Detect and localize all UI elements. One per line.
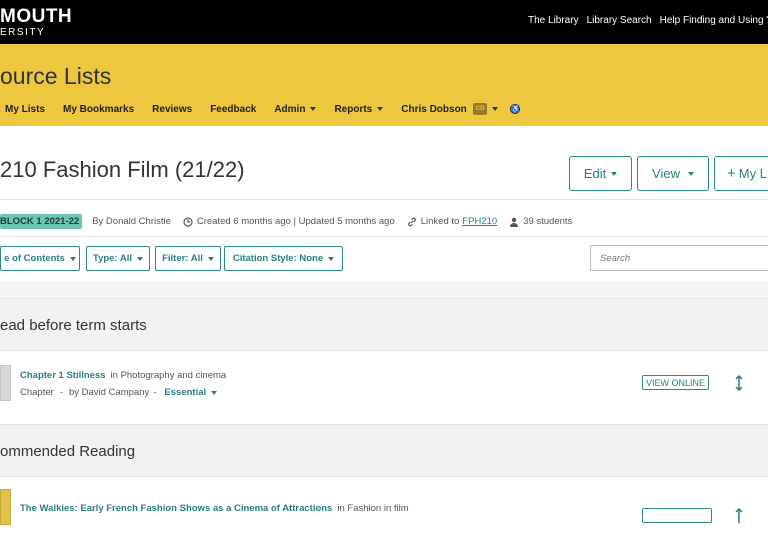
item-container: in Fashion in film xyxy=(337,503,409,514)
list-dates: Created 6 months ago | Updated 5 months … xyxy=(183,216,395,227)
university-logo[interactable]: MOUTH xyxy=(0,6,72,28)
list-item: The Walkies: Early French Fashion Shows … xyxy=(0,476,768,550)
item-container: in Photography and cinema xyxy=(110,370,227,381)
chevron-down-icon xyxy=(611,171,618,176)
section-title: ead before term starts xyxy=(0,317,147,334)
chevron-down-icon xyxy=(207,256,214,261)
list-item: Chapter 1 Stillness in Photography and ci… xyxy=(0,350,768,424)
clock-icon xyxy=(183,216,193,227)
chevron-down-icon xyxy=(687,171,694,176)
type-filter-dropdown[interactable]: Type: All xyxy=(86,246,150,271)
accessibility-button[interactable]: ♿ xyxy=(510,104,521,114)
edit-button-label: Edit xyxy=(583,166,607,181)
search-input[interactable]: Search xyxy=(590,245,768,271)
list-title: 210 Fashion Film (21/22) xyxy=(0,157,245,182)
nav-my-bookmarks-label: My Bookmarks xyxy=(63,103,135,115)
section-heading[interactable]: ead before term starts xyxy=(0,298,768,350)
nav-my-bookmarks[interactable]: My Bookmarks xyxy=(63,104,134,115)
header-link-library-search[interactable]: Library Search xyxy=(587,15,652,26)
header-link-help[interactable]: Help Finding and Using Y xyxy=(660,15,768,26)
separator: - xyxy=(59,387,63,398)
view-online-button[interactable]: VIEW ONLINE xyxy=(642,375,710,390)
item-title-link[interactable]: Chapter 1 Stillness xyxy=(20,370,106,381)
chevron-down-icon xyxy=(492,107,499,111)
nav-reviews-label: Reviews xyxy=(152,103,193,115)
importance-label: Essential xyxy=(164,387,207,398)
drag-handle-icon[interactable] xyxy=(733,375,745,391)
university-logo-sub: ERSITY xyxy=(0,27,46,38)
chevron-down-icon xyxy=(137,256,144,261)
edit-button[interactable]: Edit xyxy=(569,156,632,191)
nav-reports[interactable]: Reports xyxy=(334,103,384,115)
students-count: 39 students xyxy=(523,216,573,227)
citation-style-dropdown[interactable]: Citation Style: None xyxy=(224,246,343,271)
separator: - xyxy=(153,387,157,398)
user-initials-badge: CD xyxy=(472,103,488,115)
linked-label: Linked to xyxy=(420,216,460,227)
nav-admin[interactable]: Admin xyxy=(274,103,317,115)
item-thumbnail[interactable] xyxy=(0,489,11,525)
user-name: Chris Dobson xyxy=(401,103,467,115)
item-type: Chapter xyxy=(20,387,54,398)
university-header: MOUTH ERSITY The Library Library Search … xyxy=(0,0,768,44)
divider xyxy=(0,236,768,237)
item-title-link[interactable]: The Walkies: Early French Fashion Shows … xyxy=(20,503,332,514)
filter-label: Filter: All xyxy=(162,253,203,264)
list-students: 39 students xyxy=(509,216,572,227)
nav-my-lists-label: My Lists xyxy=(5,103,46,115)
nav-my-lists[interactable]: My Lists xyxy=(5,104,45,115)
header-link-library[interactable]: The Library xyxy=(528,15,579,26)
view-online-button[interactable] xyxy=(642,508,712,523)
section-heading[interactable]: ommended Reading xyxy=(0,424,768,476)
nav-reviews[interactable]: Reviews xyxy=(152,104,192,115)
chevron-down-icon xyxy=(310,107,317,111)
filter-dropdown[interactable]: Filter: All xyxy=(155,246,221,271)
item-details: Chapter - by David Campany - Essential xyxy=(20,387,218,398)
citation-style-label: Citation Style: None xyxy=(232,253,324,264)
my-list-button-label: My L xyxy=(738,166,767,181)
user-icon xyxy=(510,217,519,227)
accessibility-icon: ♿ xyxy=(510,104,521,114)
period-badge: BLOCK 1 2021-22 xyxy=(0,214,83,229)
item-thumbnail[interactable] xyxy=(0,365,11,401)
item-title-line: The Walkies: Early French Fashion Shows … xyxy=(20,503,409,514)
list-author: By Donald Christie xyxy=(92,216,171,227)
list-meta: BLOCK 1 2021-22 By Donald Christie Creat… xyxy=(0,214,584,229)
plus-icon: + xyxy=(727,165,736,182)
importance-dropdown[interactable]: Essential xyxy=(164,387,218,398)
nav-feedback[interactable]: Feedback xyxy=(210,104,256,115)
header-links: The Library Library Search Help Finding … xyxy=(528,15,768,26)
link-icon xyxy=(407,217,416,226)
item-author: by David Campany xyxy=(68,387,150,398)
main-nav: My Lists My Bookmarks Reviews Feedback A… xyxy=(5,103,538,115)
type-filter-label: Type: All xyxy=(92,253,133,264)
chevron-down-icon xyxy=(211,390,218,395)
chevron-down-icon xyxy=(377,107,384,111)
contents-dropdown-label: e of Contents xyxy=(4,253,65,264)
list-linked: Linked to FPH210 xyxy=(407,216,497,227)
nav-user-menu[interactable]: Chris Dobson CD xyxy=(401,103,499,115)
app-title[interactable]: ource Lists xyxy=(0,63,111,90)
nav-admin-label: Admin xyxy=(274,103,306,115)
chevron-down-icon xyxy=(328,256,335,261)
divider xyxy=(0,199,768,200)
contents-dropdown[interactable]: e of Contents xyxy=(0,246,80,271)
chevron-down-icon xyxy=(69,256,76,261)
nav-reports-label: Reports xyxy=(334,103,373,115)
view-button[interactable]: View xyxy=(637,156,709,191)
section-title: ommended Reading xyxy=(0,443,136,460)
drag-handle-icon[interactable] xyxy=(733,508,745,524)
nav-feedback-label: Feedback xyxy=(210,103,257,115)
item-title-line: Chapter 1 Stillness in Photography and ci… xyxy=(20,370,226,381)
linked-module-link[interactable]: FPH210 xyxy=(462,216,497,227)
my-list-button[interactable]: + My L xyxy=(714,156,768,191)
list-dates-text: Created 6 months ago | Updated 5 months … xyxy=(196,216,395,227)
view-button-label: View xyxy=(652,166,680,181)
